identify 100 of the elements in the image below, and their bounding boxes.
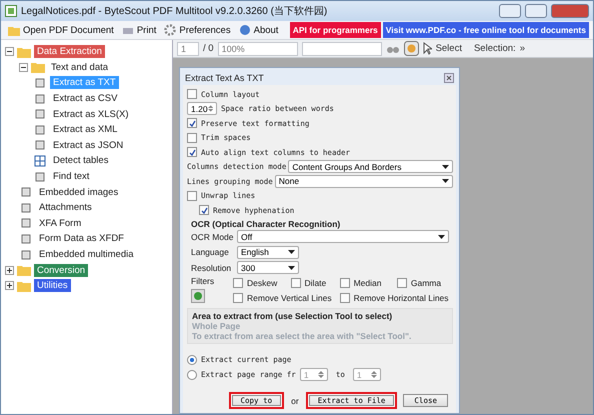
- overflow-chevron[interactable]: »: [520, 43, 525, 54]
- checkbox-label: Gamma: [410, 278, 442, 288]
- tree-item[interactable]: Utilities: [34, 279, 71, 292]
- dropdown-arrow-icon: [288, 266, 295, 270]
- document-icon: [19, 232, 33, 245]
- toolbar-button[interactable]: About: [236, 24, 282, 36]
- checkbox[interactable]: [187, 132, 197, 143]
- dropdown[interactable]: 300: [237, 261, 299, 274]
- checkbox[interactable]: [187, 147, 197, 158]
- field-label: OCR Mode: [191, 232, 233, 242]
- tree-item[interactable]: Data Extraction: [34, 45, 105, 58]
- minimize-button[interactable]: [499, 4, 521, 18]
- promo-link[interactable]: Visit www.PDF.co - free online tool for documents: [382, 22, 589, 38]
- folder-icon: [8, 24, 20, 36]
- toolbar-button[interactable]: Preferences: [161, 24, 234, 36]
- checkbox[interactable]: [187, 89, 197, 100]
- dropdown-arrow-icon: [442, 179, 449, 184]
- tree-item[interactable]: XFA Form: [36, 216, 84, 230]
- checkbox[interactable]: [340, 278, 350, 288]
- checkbox[interactable]: [290, 278, 301, 288]
- close-icon[interactable]: [444, 72, 454, 82]
- cursor-icon: [422, 42, 432, 55]
- checkbox[interactable]: [199, 205, 209, 216]
- spinner-arrows-icon: [208, 104, 213, 114]
- checkbox-label: Dilate: [304, 278, 326, 288]
- checkmark-icon: [188, 148, 196, 156]
- toolbar-button[interactable]: Open PDF Document: [5, 24, 117, 36]
- search-field[interactable]: [302, 42, 382, 56]
- document-icon: [33, 124, 47, 136]
- checkbox-label: Remove Vertical Lines: [247, 292, 332, 302]
- document-icon: [33, 108, 47, 120]
- page-total: / 0: [203, 43, 214, 54]
- tree-item[interactable]: Text and data: [48, 60, 112, 74]
- tree-item[interactable]: Embedded multimedia: [36, 248, 137, 262]
- close-button[interactable]: [551, 4, 589, 18]
- tree-item[interactable]: Form Data as XFDF: [36, 232, 127, 246]
- select-tool-label[interactable]: Select: [436, 43, 462, 54]
- promo-link[interactable]: API for programmers: [290, 22, 381, 38]
- maximize-button[interactable]: [525, 4, 547, 18]
- spinner-arrows-icon: [370, 370, 377, 379]
- field-label: Resolution: [191, 262, 232, 273]
- checkbox[interactable]: [396, 278, 407, 288]
- dropdown-arrow-icon: [288, 250, 295, 254]
- tree-item[interactable]: Conversion: [34, 264, 88, 277]
- checkbox-label: Median: [354, 278, 382, 288]
- document-icon: [33, 92, 47, 105]
- expand-icon[interactable]: [5, 281, 14, 290]
- field-label: Language: [191, 247, 230, 258]
- hand-tool-icon[interactable]: [404, 41, 419, 56]
- table-icon: [33, 154, 47, 167]
- checkbox[interactable]: [187, 190, 197, 201]
- tree-item[interactable]: Detect tables: [50, 154, 112, 168]
- tree-item[interactable]: Extract as XLS(X): [50, 108, 132, 121]
- document-icon: [33, 76, 47, 89]
- checkbox[interactable]: [233, 292, 243, 302]
- folder-icon: [17, 46, 31, 58]
- folder-icon: [17, 264, 31, 276]
- expand-icon[interactable]: [5, 266, 14, 275]
- tree-item[interactable]: Extract as JSON: [50, 138, 126, 152]
- tree-item[interactable]: Attachments: [36, 201, 95, 214]
- toolbar-button[interactable]: Print: [118, 24, 160, 36]
- separator-text: or: [291, 396, 299, 406]
- page-number-field[interactable]: 1: [177, 42, 199, 56]
- document-icon: [19, 217, 33, 230]
- settings-icon: [164, 24, 176, 36]
- area-value: Whole Page: [192, 321, 242, 331]
- app-icon: [5, 5, 17, 17]
- turtle-icon[interactable]: [191, 289, 205, 303]
- checkbox[interactable]: [187, 118, 197, 128]
- tree-item[interactable]: Find text: [50, 170, 92, 184]
- tree-item[interactable]: Extract as CSV: [50, 92, 120, 106]
- dropdown[interactable]: English: [237, 246, 299, 259]
- checkbox-label: Deskew: [247, 278, 278, 288]
- dropdown-arrow-icon: [438, 234, 445, 239]
- spinner-field[interactable]: 1.20: [187, 102, 217, 116]
- zoom-select[interactable]: 100%: [218, 42, 298, 56]
- document-icon: [33, 139, 47, 152]
- field-label: Filters: [191, 276, 216, 286]
- dialog-title: Extract Text As TXT: [185, 72, 264, 82]
- checkbox[interactable]: [340, 292, 350, 302]
- folder-icon: [17, 280, 31, 292]
- dropdown[interactable]: None: [274, 174, 453, 188]
- tree-item[interactable]: Extract as XML: [50, 123, 120, 136]
- radio-button[interactable]: [187, 354, 197, 364]
- dropdown-arrow-icon: [442, 164, 449, 169]
- spinner-arrows-icon: [318, 370, 324, 379]
- collapse-icon[interactable]: [19, 62, 28, 72]
- folder-icon: [31, 61, 45, 74]
- collapse-icon[interactable]: [5, 47, 14, 56]
- dropdown[interactable]: Off: [237, 230, 449, 244]
- section-title: Area to extract from (use Selection Tool to select): [192, 311, 394, 321]
- dropdown[interactable]: Content Groups And Borders: [288, 160, 453, 174]
- radio-button[interactable]: [187, 370, 197, 380]
- checkbox[interactable]: [233, 278, 243, 288]
- selection-label: Selection:: [474, 43, 516, 54]
- section-title: OCR (Optical Character Recognition): [191, 218, 342, 228]
- tree-item[interactable]: Embedded images: [36, 186, 122, 199]
- area-hint: To extract from area select the area with "Select Tool".: [192, 331, 412, 341]
- checkbox-label: Remove Horizontal Lines: [354, 292, 449, 302]
- checkmark-icon: [188, 120, 196, 127]
